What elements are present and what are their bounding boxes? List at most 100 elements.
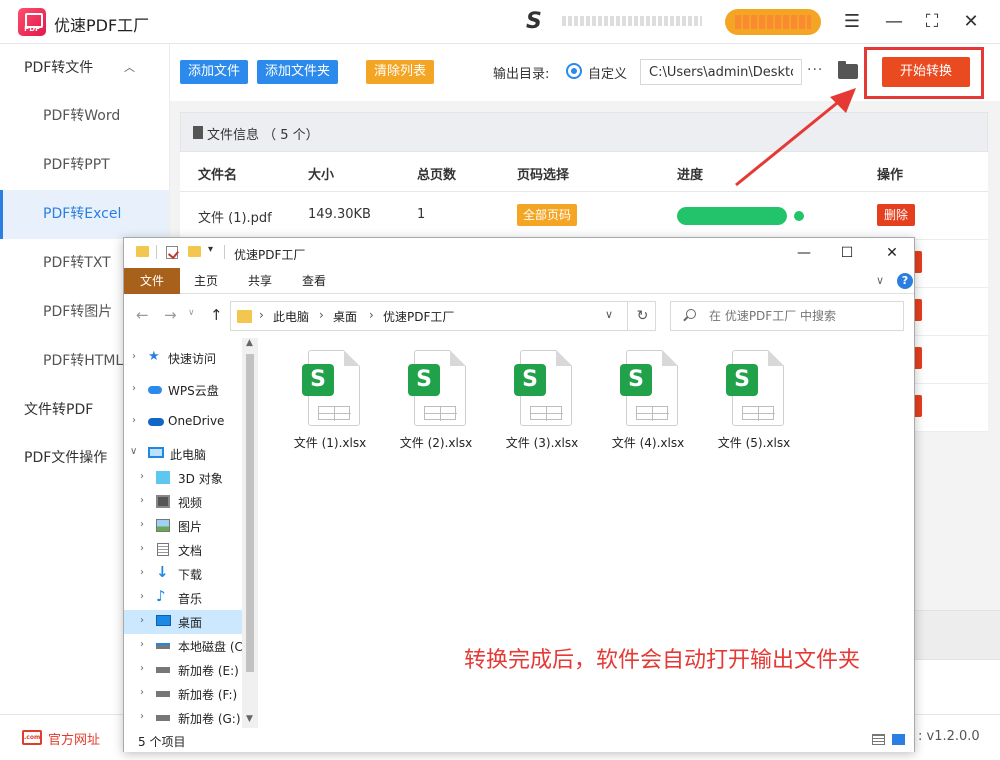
tab-home[interactable]: 主页 [182, 268, 230, 294]
desktop-icon [156, 615, 171, 626]
refresh-icon[interactable]: ↻ [627, 302, 657, 330]
file-item[interactable]: S 文件 (3).xlsx [492, 350, 592, 460]
row-pages: 1 [417, 207, 426, 222]
explorer-search-input[interactable] [670, 301, 904, 331]
chevron-right-icon[interactable]: › [132, 351, 136, 362]
open-folder-icon[interactable] [838, 61, 858, 79]
address-bar[interactable]: › 此电脑 › 桌面 › 优速PDF工厂 ∨ ↻ [230, 301, 656, 331]
more-icon[interactable]: ··· [807, 62, 823, 78]
maximize-icon[interactable]: ☐ [827, 242, 867, 264]
tree-item-music[interactable]: › ♪ 音乐 [124, 586, 258, 610]
chevron-right-icon[interactable]: › [369, 308, 374, 322]
chevron-right-icon[interactable]: › [140, 591, 144, 602]
header-progress: 进度 [677, 168, 704, 183]
tree-item-this-pc[interactable]: ∨ 此电脑 [124, 442, 258, 466]
tree-item-wps-cloud[interactable]: › WPS云盘 [124, 378, 258, 402]
chevron-right-icon[interactable]: › [140, 543, 144, 554]
delete-button[interactable]: 删除 [877, 204, 916, 226]
tree-item-videos[interactable]: › 视频 [124, 490, 258, 514]
tree-item-quick-access[interactable]: › ★ 快速访问 [124, 346, 258, 370]
file-list: S 文件 (1).xlsx S 文件 (2).xlsx S 文件 (3).xls… [258, 338, 914, 728]
help-icon[interactable]: ? [897, 273, 913, 289]
tree-item-volume-f[interactable]: › 新加卷 (F:) [124, 682, 258, 706]
sidebar-item-pdf-to-word[interactable]: PDF转Word [0, 92, 169, 141]
tab-view[interactable]: 查看 [290, 268, 338, 294]
chevron-right-icon[interactable]: › [259, 308, 264, 322]
maximize-icon[interactable]: ⛶ [918, 8, 946, 36]
chevron-right-icon[interactable]: › [140, 471, 144, 482]
scroll-down-icon[interactable]: ▼ [246, 714, 253, 724]
page-select-button[interactable]: 全部页码 [517, 204, 578, 226]
address-dropdown-icon[interactable]: ∨ [605, 308, 613, 321]
official-site-link[interactable]: 官方网址 [48, 729, 100, 748]
add-folder-button[interactable]: 添加文件夹 [257, 60, 339, 84]
scrollbar-thumb[interactable] [246, 354, 254, 672]
forward-icon[interactable]: → [164, 306, 177, 324]
website-icon[interactable]: .com [22, 730, 42, 745]
minimize-icon[interactable]: — [784, 242, 824, 264]
close-icon[interactable]: ✕ [872, 242, 912, 264]
breadcrumb-folder[interactable]: 优速PDF工厂 [383, 308, 454, 325]
tree-item-local-disk-c[interactable]: › 本地磁盘 (C [124, 634, 258, 658]
chevron-right-icon[interactable]: › [132, 383, 136, 394]
recent-dropdown-icon[interactable]: ∨ [188, 308, 195, 318]
tree-scrollbar[interactable]: ▲ ▼ [242, 338, 258, 728]
tree-item-documents[interactable]: › 文档 [124, 538, 258, 562]
sidebar-item-pdf-to-ppt[interactable]: PDF转PPT [0, 141, 169, 190]
file-item[interactable]: S 文件 (2).xlsx [386, 350, 486, 460]
file-item[interactable]: S 文件 (5).xlsx [704, 350, 804, 460]
file-item[interactable]: S 文件 (4).xlsx [598, 350, 698, 460]
custom-radio[interactable] [566, 63, 582, 79]
chevron-right-icon[interactable]: › [140, 663, 144, 674]
chevron-right-icon[interactable]: › [140, 687, 144, 698]
chevron-right-icon[interactable]: › [132, 415, 136, 426]
details-view-icon[interactable] [872, 734, 885, 745]
chevron-up-icon: ︿ [124, 61, 135, 74]
add-file-button[interactable]: 添加文件 [180, 60, 249, 84]
chevron-right-icon[interactable]: › [140, 495, 144, 506]
tree-item-3d-objects[interactable]: › 3D 对象 [124, 466, 258, 490]
promo-pill-button[interactable] [725, 9, 821, 35]
cloud-icon [148, 386, 162, 394]
tree-item-desktop[interactable]: › 桌面 [124, 610, 258, 634]
close-icon[interactable]: ✕ [957, 8, 985, 36]
up-icon[interactable]: ↑ [210, 306, 223, 324]
tree-item-volume-e[interactable]: › 新加卷 (E:) [124, 658, 258, 682]
chevron-right-icon[interactable]: › [140, 615, 144, 626]
start-convert-button[interactable]: 开始转换 [882, 57, 970, 87]
new-folder-icon[interactable] [188, 246, 201, 257]
tree-item-pictures[interactable]: › 图片 [124, 514, 258, 538]
tree-item-downloads[interactable]: › ↓ 下载 [124, 562, 258, 586]
search-icon [686, 309, 696, 319]
chevron-right-icon[interactable]: › [140, 639, 144, 650]
chevron-down-icon[interactable]: ∨ [130, 446, 137, 457]
properties-icon[interactable] [166, 246, 178, 259]
large-icons-view-icon[interactable] [892, 734, 905, 745]
breadcrumb-desktop[interactable]: 桌面 [333, 308, 357, 325]
sidebar-group-pdf-to-file[interactable]: PDF转文件 ︿ [0, 44, 169, 92]
quick-access-dropdown-icon[interactable]: ▾ [208, 244, 213, 255]
breadcrumb-this-pc[interactable]: 此电脑 [273, 308, 309, 325]
xlsx-file-icon: S [514, 350, 572, 426]
chevron-right-icon[interactable]: › [319, 308, 324, 322]
minimize-icon[interactable]: — [880, 8, 908, 36]
clear-list-button[interactable]: 清除列表 [366, 60, 435, 84]
tree-label: 新加卷 (G:) [178, 712, 241, 726]
tab-share[interactable]: 共享 [236, 268, 284, 294]
menu-icon[interactable]: ☰ [838, 8, 866, 36]
chevron-right-icon[interactable]: › [140, 711, 144, 722]
custom-radio-label[interactable]: 自定义 [588, 63, 627, 82]
tree-label: 桌面 [178, 616, 203, 630]
chevron-right-icon[interactable]: › [140, 519, 144, 530]
grid-icon [318, 406, 351, 421]
output-path-input[interactable] [640, 59, 802, 85]
tree-item-onedrive[interactable]: › OneDrive [124, 410, 258, 434]
tree-item-volume-g[interactable]: › 新加卷 (G:) [124, 706, 258, 728]
file-item[interactable]: S 文件 (1).xlsx [280, 350, 380, 460]
chevron-down-icon[interactable]: ∨ [876, 274, 884, 287]
chevron-right-icon[interactable]: › [140, 567, 144, 578]
scroll-up-icon[interactable]: ▲ [246, 338, 253, 348]
tab-file[interactable]: 文件 [124, 268, 180, 294]
sidebar-item-pdf-to-excel[interactable]: PDF转Excel [0, 190, 169, 239]
back-icon[interactable]: ← [136, 306, 149, 324]
